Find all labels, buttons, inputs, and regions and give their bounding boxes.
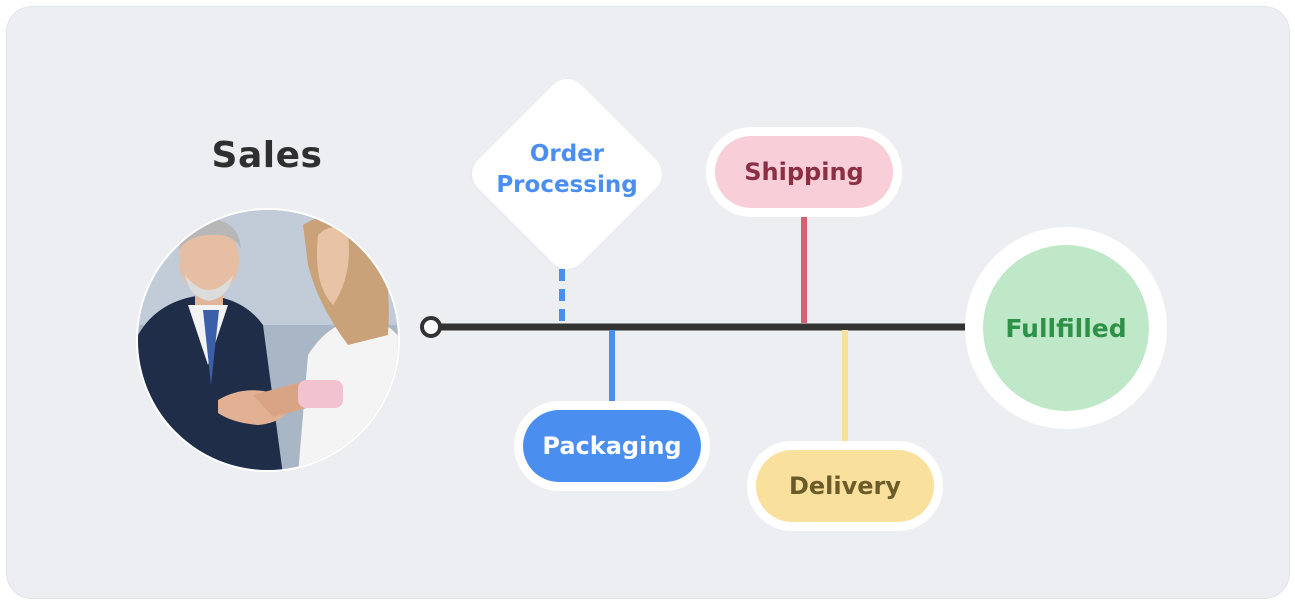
packaging-pill: Packaging: [523, 410, 701, 482]
delivery-pill: Delivery: [756, 450, 934, 522]
order-processing-node: Order Processing: [462, 69, 672, 279]
delivery-node: Delivery: [747, 441, 943, 531]
shipping-pill: Shipping: [715, 136, 893, 208]
order-processing-line-2: Processing: [496, 172, 638, 198]
fulfilled-node: Fullfilled: [965, 227, 1167, 429]
fulfilled-circle: Fullfilled: [983, 245, 1149, 411]
timeline-start-node: [420, 316, 442, 338]
shipping-node: Shipping: [706, 127, 902, 217]
diagram-card: Sales Order Processing Shipping Packagin…: [6, 6, 1290, 599]
order-processing-label: Order Processing: [462, 139, 672, 201]
order-processing-line-1: Order: [529, 141, 605, 167]
packaging-node: Packaging: [514, 401, 710, 491]
